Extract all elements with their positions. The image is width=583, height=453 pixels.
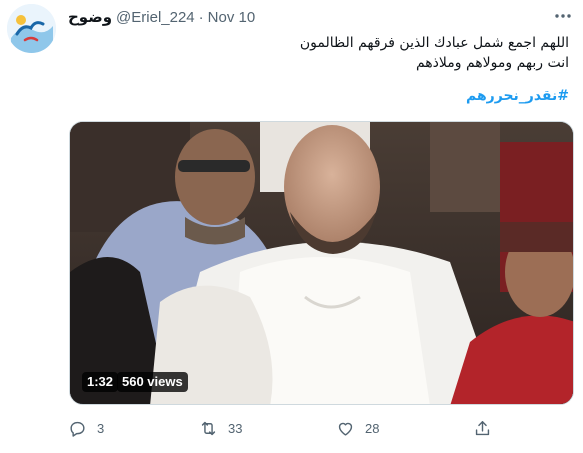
retweet-icon bbox=[201, 421, 216, 435]
action-bar: 3 33 28 bbox=[68, 417, 508, 439]
tweet-text-line-1: اللهم اجمع شمل عبادك الذين فرقهم الظالمو… bbox=[299, 35, 569, 51]
avatar[interactable] bbox=[7, 4, 56, 53]
tweet[interactable]: وضوح @Eriel_224 · Nov 10 اللهم اجمع شمل … bbox=[0, 0, 583, 453]
tweet-header: وضوح @Eriel_224 · Nov 10 bbox=[68, 7, 255, 27]
tweet-text-line-2: انت ربهم ومولاهم وملاذهم bbox=[415, 55, 569, 71]
retweet-count: 33 bbox=[228, 420, 243, 436]
video-duration-badge: 1:32 bbox=[82, 372, 119, 392]
tweet-date[interactable]: Nov 10 bbox=[208, 9, 256, 26]
video-frame bbox=[70, 122, 573, 404]
tweet-text: اللهم اجمع شمل عبادك الذين فرقهم الظالمو… bbox=[99, 33, 569, 73]
reply-count: 3 bbox=[97, 420, 105, 436]
header-separator: · bbox=[198, 8, 204, 26]
reply-icon bbox=[70, 421, 85, 437]
like-button[interactable]: 28 bbox=[336, 417, 379, 439]
video-views-badge: 560 views bbox=[117, 372, 188, 392]
more-icon bbox=[555, 14, 571, 18]
share-icon bbox=[475, 420, 490, 435]
video-player[interactable]: 1:32 560 views bbox=[69, 121, 574, 405]
like-icon bbox=[338, 422, 353, 436]
hashtag-link[interactable]: #نقدر_نحررهم bbox=[466, 88, 569, 104]
author-name[interactable]: وضوح bbox=[68, 8, 112, 26]
reply-button[interactable]: 3 bbox=[68, 417, 104, 439]
avatar-logo-icon bbox=[7, 4, 56, 53]
share-button[interactable] bbox=[473, 417, 492, 439]
author-handle[interactable]: @Eriel_224 bbox=[116, 9, 195, 26]
like-count: 28 bbox=[365, 420, 380, 436]
retweet-button[interactable]: 33 bbox=[199, 417, 242, 439]
more-button[interactable] bbox=[553, 8, 573, 24]
